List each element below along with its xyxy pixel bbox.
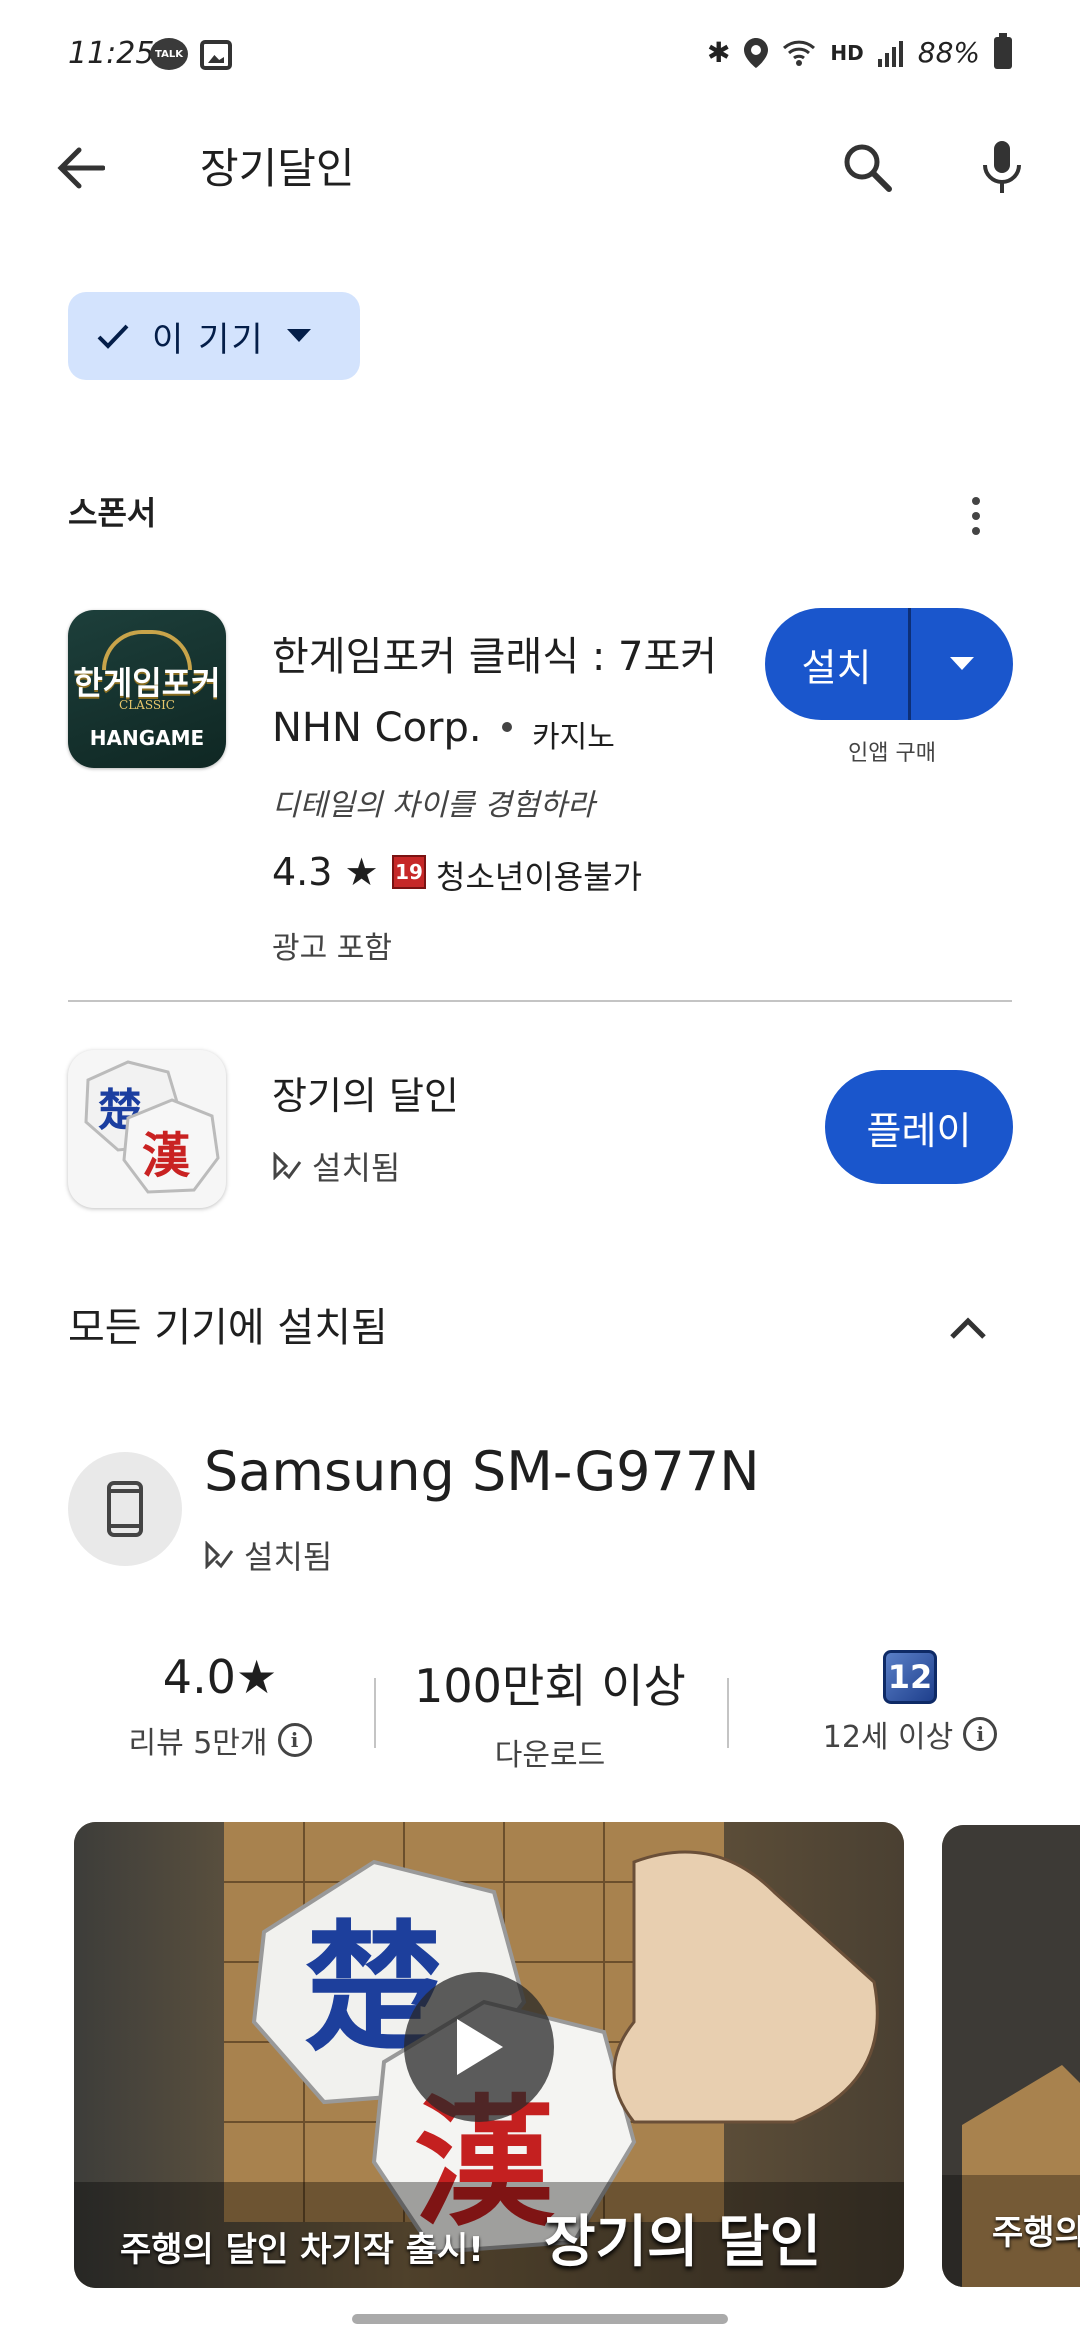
install-button[interactable]: 설치 (765, 608, 911, 720)
signal-icon (877, 40, 903, 67)
rating-label: 리뷰 5만개 (128, 1726, 268, 1761)
hangame-poker-app-icon[interactable]: 한게임포커 CLASSIC HANGAME (68, 610, 226, 768)
play-video-button[interactable] (404, 1972, 554, 2122)
play-button[interactable]: 플레이 (825, 1070, 1013, 1184)
info-icon[interactable]: i (277, 1723, 312, 1757)
search-icon (844, 144, 892, 192)
chevron-up-icon (950, 1317, 986, 1339)
status-bar: 11:25 TALK ✱ HD 88% (0, 0, 1080, 110)
mic-icon (983, 141, 1021, 193)
device-name: Samsung SM-G977N (204, 1440, 760, 1503)
phone-icon (107, 1481, 143, 1537)
icon-classic-text: CLASSIC (119, 698, 175, 712)
dropdown-arrow-icon (286, 329, 311, 342)
search-button[interactable] (835, 135, 899, 199)
age-19-badge-icon: 19 (392, 855, 426, 889)
check-icon (97, 324, 129, 349)
device-icon-container (68, 1452, 182, 1566)
screenshot-2-caption: 주행의 (992, 2213, 1080, 2253)
battery-icon (994, 32, 1012, 69)
arrow-back-icon (57, 147, 105, 189)
hd-voice-icon: HD (830, 40, 864, 65)
age-label: 12세 이상 (822, 1720, 954, 1755)
result-app-status-text: 설치됨 (312, 1149, 401, 1187)
separator-dot (502, 722, 512, 732)
janggi-pieces-icon: 楚 漢 (84, 1060, 220, 1194)
stat-separator (374, 1678, 376, 1748)
info-icon[interactable]: i (963, 1717, 998, 1751)
device-status-text: 설치됨 (244, 1538, 333, 1576)
install-options-button[interactable] (911, 608, 1013, 720)
age-12-badge-icon: 12 (883, 1650, 937, 1704)
installed-icon (205, 1541, 234, 1569)
section-divider (68, 1000, 1012, 1002)
device-filter-chip[interactable]: 이 기기 (68, 292, 360, 380)
result-app-status: 설치됨 (272, 1143, 400, 1189)
device-install-status: 설치됨 (204, 1532, 332, 1578)
install-button-group: 설치 (765, 608, 1013, 720)
wifi-icon (783, 40, 816, 66)
dropdown-arrow-icon (950, 657, 974, 670)
rating-label-row: 리뷰 5만개 i (70, 1718, 370, 1762)
sponsor-app-ads-notice: 광고 포함 (272, 931, 392, 966)
trailer-caption-right: 장기의 달인 (544, 2210, 822, 2275)
sponsor-app-tagline: 디테일의 차이를 경험하라 (272, 788, 595, 823)
screenshot-2[interactable]: 주행의 (942, 1825, 1080, 2287)
sponsor-app-developer: NHN Corp. (272, 705, 482, 751)
collapse-button[interactable] (940, 1300, 996, 1356)
home-indicator[interactable] (352, 2314, 728, 2324)
icon-brand-text: HANGAME (89, 726, 205, 750)
back-button[interactable] (50, 138, 110, 198)
trailer-video[interactable]: 楚 漢 주행의 달인 차기작 출시! 장기의 달인 (74, 1822, 904, 2288)
sponsor-app-rating: 4.3 ★ (272, 850, 379, 894)
kakaotalk-icon: TALK (150, 38, 188, 70)
age-label-row: 12세 이상 i (760, 1712, 1060, 1756)
chip-label: 이 기기 (152, 319, 265, 360)
more-options-button[interactable] (950, 488, 1002, 544)
in-app-purchase-note: 인앱 구매 (848, 741, 936, 766)
bluetooth-icon: ✱ (706, 36, 731, 69)
janggi-app-icon[interactable]: 楚 漢 (68, 1050, 226, 1208)
trailer-caption-left: 주행의 달인 차기작 출시! (120, 2230, 484, 2270)
sponsor-heading: 스폰서 (68, 494, 157, 532)
gallery-icon (200, 40, 232, 70)
svg-text:漢: 漢 (142, 1128, 191, 1184)
status-icons: ✱ HD 88% (706, 32, 1012, 69)
downloads-label: 다운로드 (494, 1738, 606, 1773)
voice-search-button[interactable] (970, 135, 1034, 199)
search-query[interactable]: 장기달인 (200, 135, 355, 196)
age-stat[interactable]: 12 12세 이상 i (760, 1650, 1060, 1756)
result-app-title[interactable]: 장기의 달인 (272, 1065, 459, 1120)
rating-value: 4.0★ (162, 1650, 278, 1704)
sponsor-app-age-rating: 청소년이용불가 (436, 858, 643, 896)
installed-icon (273, 1152, 302, 1180)
all-devices-heading: 모든 기기에 설치됨 (68, 1305, 388, 1351)
battery-percent: 88% (917, 36, 980, 69)
downloads-value: 100만회 이상 (414, 1659, 686, 1713)
play-icon (457, 2019, 503, 2075)
downloads-stat: 100만회 이상 다운로드 (400, 1650, 700, 1774)
location-icon (744, 37, 769, 68)
status-time: 11:25 (68, 36, 155, 71)
sponsor-app-title[interactable]: 한게임포커 클래식 : 7포커 ... (272, 624, 732, 682)
rating-stat[interactable]: 4.0★ 리뷰 5만개 i (70, 1650, 370, 1762)
sponsor-app-category: 카지노 (532, 720, 615, 755)
stat-separator (727, 1678, 729, 1748)
more-vert-icon (972, 497, 980, 505)
